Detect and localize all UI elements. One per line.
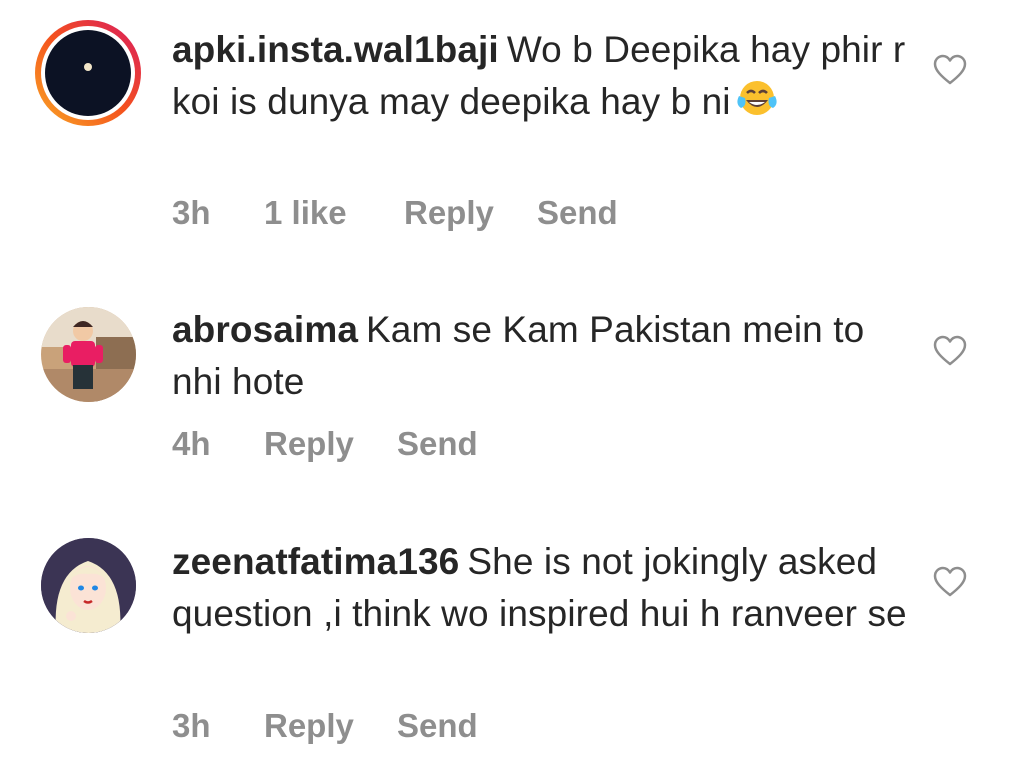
heart-outline-icon[interactable] — [933, 335, 967, 367]
comment-username[interactable]: apki.insta.wal1baji — [172, 29, 499, 70]
comment-meta: 3h Reply Send — [172, 707, 478, 745]
comment-text: abrosaima Kam se Kam Pakistan mein to nhi… — [172, 304, 912, 408]
comment-text: zeenatfatima136 She is not jokingly asked… — [172, 536, 912, 640]
send-button[interactable]: Send — [537, 194, 618, 232]
comment-username[interactable]: abrosaima — [172, 309, 358, 350]
avatar[interactable] — [41, 538, 136, 633]
comment-time: 4h — [172, 425, 211, 462]
avatar[interactable] — [41, 307, 136, 402]
comment-meta: 4h Reply Send — [172, 425, 478, 463]
comment-meta: 3h 1 like Reply Send — [172, 194, 618, 232]
comment-likes[interactable]: 1 like — [264, 194, 404, 232]
comment-username[interactable]: zeenatfatima136 — [172, 541, 459, 582]
avatar[interactable] — [33, 18, 143, 128]
reply-button[interactable]: Reply — [264, 707, 397, 745]
reply-button[interactable]: Reply — [404, 194, 537, 232]
comment-text: apki.insta.wal1baji Wo b Deepika hay phir… — [172, 24, 912, 132]
comment-time: 3h — [172, 194, 211, 231]
comment-time: 3h — [172, 707, 211, 744]
heart-outline-icon[interactable] — [933, 566, 967, 598]
heart-outline-icon[interactable] — [933, 54, 967, 86]
send-button[interactable]: Send — [397, 425, 478, 463]
joy-emoji-icon — [733, 78, 781, 132]
send-button[interactable]: Send — [397, 707, 478, 745]
reply-button[interactable]: Reply — [264, 425, 397, 463]
